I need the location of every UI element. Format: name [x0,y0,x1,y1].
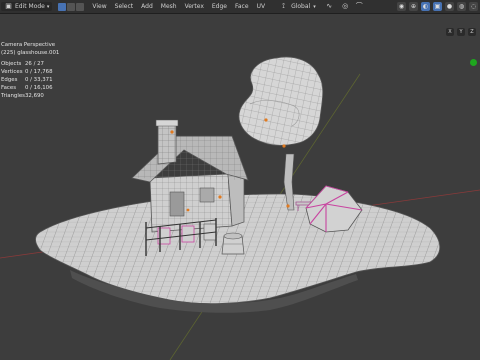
stat-row: Edges 0 / 33,371 [1,77,53,83]
edit-mode-icon: ▣ [5,2,12,10]
scene-render [0,56,480,360]
view-name: Camera Perspective [1,42,56,48]
viewport-header: ▣ Edit Mode ▾ View Select Add Mesh Verte… [0,0,480,14]
menu-select[interactable]: Select [115,3,134,10]
vertex-select-icon[interactable] [58,2,67,11]
stat-row: Triangles 32,690 [1,93,44,99]
menu-uv[interactable]: UV [257,3,266,10]
active-object: (225) glasshouse.001 [1,50,60,56]
menu-edge[interactable]: Edge [212,3,227,10]
xray-icon[interactable]: ▣ [433,2,442,11]
stat-row: Vertices 0 / 17,768 [1,69,53,75]
visibility-icon[interactable]: ◉ [397,2,406,11]
overlays-icon[interactable]: ◐ [421,2,430,11]
falloff-icon[interactable]: ⌒ [355,2,364,11]
gizmo-icon[interactable]: ⊕ [409,2,418,11]
shading-material-icon[interactable]: ◍ [457,2,466,11]
face-select-icon[interactable] [76,2,85,11]
snap-icon[interactable]: ∿ [325,2,334,11]
transform-orientation-dropdown[interactable]: ⟟ Global ▾ ∿ ◎ ⌒ [279,2,364,11]
select-mode-group [58,2,85,11]
menu-face[interactable]: Face [235,3,249,10]
mode-label: Edit Mode [15,3,45,10]
status-indicator-icon [470,59,477,66]
menu-mesh[interactable]: Mesh [161,3,177,10]
menu-view[interactable]: View [92,3,106,10]
header-right-tools: ◉ ⊕ ◐ ▣ ● ◍ ◌ [397,2,478,11]
blender-window: ▣ Edit Mode ▾ View Select Add Mesh Verte… [0,0,480,360]
axis-x-button[interactable]: X [446,28,454,36]
header-menu: View Select Add Mesh Vertex Edge Face UV [92,3,265,10]
statistics: Objects 26 / 27 Vertices 0 / 17,768 Edges 0… [1,60,59,100]
chevron-down-icon: ▾ [46,3,50,10]
proportional-editing-icon[interactable]: ◎ [341,2,350,11]
3d-viewport[interactable]: Camera Perspective (225) glasshouse.001 … [0,14,480,360]
shading-rendered-icon[interactable]: ◌ [469,2,478,11]
edge-select-icon[interactable] [67,2,76,11]
menu-add[interactable]: Add [141,3,153,10]
axis-z-button[interactable]: Z [468,28,476,36]
mirror-axis-buttons: X Y Z [446,28,476,36]
menu-vertex[interactable]: Vertex [185,3,204,10]
orientation-label: Global [291,3,311,10]
stat-row: Objects 26 / 27 [1,61,44,67]
chevron-down-icon: ▾ [313,3,316,10]
shading-solid-icon[interactable]: ● [445,2,454,11]
stat-row: Faces 0 / 16,106 [1,85,53,91]
axis-y-button[interactable]: Y [457,28,465,36]
viewport-text-overlay: Camera Perspective (225) glasshouse.001 … [1,41,59,100]
mode-dropdown[interactable]: ▣ Edit Mode ▾ [1,2,53,11]
orientation-icon: ⟟ [282,2,285,10]
tree-mesh [238,56,324,211]
